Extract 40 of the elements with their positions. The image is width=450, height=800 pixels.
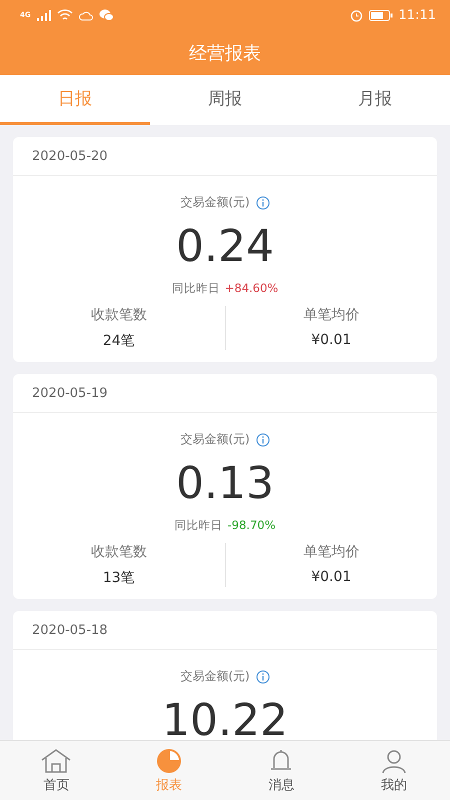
compare-label: 同比昨日 <box>172 281 220 296</box>
stat-label: 收款笔数 <box>90 306 147 324</box>
nav-item[interactable]: 首页 <box>0 741 112 800</box>
wifi-icon <box>56 9 73 21</box>
page-title: 经营报表 <box>189 42 261 64</box>
info-icon[interactable] <box>256 196 270 210</box>
report-tab[interactable]: 月报 <box>300 75 450 125</box>
stat-label: 单笔均价 <box>303 543 360 561</box>
status-time: 11:11 <box>398 8 436 22</box>
amount-value: 0.13 <box>176 457 274 511</box>
stat-value: 24笔 <box>102 332 135 350</box>
stat-label: 收款笔数 <box>90 543 147 561</box>
amount-label: 交易金额(元) <box>180 194 250 211</box>
user-icon <box>380 748 407 774</box>
amount-label: 交易金额(元) <box>180 668 250 685</box>
pie-chart-icon <box>154 748 183 774</box>
info-icon[interactable] <box>256 670 270 684</box>
report-tab[interactable]: 周报 <box>150 75 300 125</box>
report-date: 2020-05-20 <box>32 148 108 164</box>
amount-value: 10.22 <box>162 694 288 740</box>
alarm-icon <box>350 8 363 22</box>
stat-label: 单笔均价 <box>303 306 360 324</box>
stat-value: 13笔 <box>102 569 135 587</box>
change-percent: -98.70% <box>228 518 276 533</box>
change-percent: +84.60% <box>224 281 278 296</box>
home-icon <box>40 748 72 774</box>
battery-icon <box>368 10 393 20</box>
chat-icon <box>98 9 114 21</box>
compare-label: 同比昨日 <box>174 518 222 533</box>
stat-value: ¥0.01 <box>311 332 352 348</box>
info-icon[interactable] <box>256 432 270 446</box>
cloud-icon <box>78 10 93 20</box>
signal-icon <box>36 10 51 20</box>
report-date: 2020-05-19 <box>32 386 108 400</box>
nav-item[interactable]: 我的 <box>338 741 450 800</box>
report-date: 2020-05-18 <box>32 622 108 638</box>
nav-item[interactable]: 消息 <box>225 741 338 800</box>
stat-value: ¥0.01 <box>311 569 352 585</box>
amount-label: 交易金额(元) <box>180 431 250 448</box>
amount-value: 0.24 <box>176 220 274 274</box>
